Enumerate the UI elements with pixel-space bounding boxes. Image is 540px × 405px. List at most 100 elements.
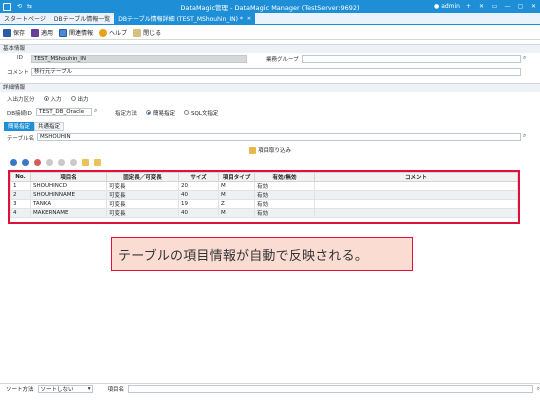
- tab-db-table-list[interactable]: DBテーブル情報一覧: [50, 13, 114, 24]
- table-row[interactable]: 4 MAKERNAME 可変長 40 M 有効: [10, 208, 518, 218]
- comment-field[interactable]: 移行元テーブル: [31, 68, 521, 76]
- io-row: 入出力区分 入力 出力: [7, 95, 89, 103]
- sort-select[interactable]: ソートしない ▾: [37, 384, 94, 393]
- close-all-button[interactable]: ✕: [477, 2, 486, 11]
- cell-fixed-variable[interactable]: 可変長: [106, 190, 179, 200]
- cell-enabled[interactable]: 有効: [254, 208, 315, 218]
- cell-size[interactable]: 19: [178, 199, 219, 209]
- user-menu[interactable]: ● admin: [434, 3, 460, 10]
- cell-fixed-variable[interactable]: 可変長: [106, 208, 179, 218]
- cell-comment[interactable]: [314, 208, 518, 218]
- col-size[interactable]: サイズ: [178, 172, 219, 182]
- save-button[interactable]: 保存: [3, 28, 25, 37]
- cell-fixed-variable[interactable]: 可変長: [106, 199, 179, 209]
- table-row[interactable]: 1 SHOUHINCD 可変長 20 M 有効: [10, 181, 518, 191]
- db-row: DB接続ID: [7, 109, 32, 117]
- toolbar: 保存 適用 関連情報 ヘルプ 閉じる: [0, 26, 540, 40]
- col-item-name[interactable]: 項目名: [30, 172, 107, 182]
- table-row[interactable]: 2 SHOUHINNAME 可変長 40 M 有効: [10, 190, 518, 200]
- io-option-input[interactable]: 入力: [43, 95, 62, 103]
- cell-fixed-variable[interactable]: 可変長: [106, 181, 179, 191]
- help-button[interactable]: ヘルプ: [99, 28, 127, 37]
- apply-button[interactable]: 適用: [31, 28, 53, 37]
- group-field[interactable]: [302, 55, 521, 63]
- bottom-bar: ソート方法 ソートしない ▾ 項目名 ⌕: [0, 383, 540, 393]
- detail-info-heading: 詳細情報: [0, 83, 540, 92]
- close-window-button[interactable]: ✕: [529, 2, 538, 11]
- minimize-button[interactable]: —: [503, 2, 512, 11]
- import-items-button[interactable]: 項目取り込み: [249, 146, 291, 154]
- group-row: 業務グループ: [266, 55, 299, 63]
- radio-sql[interactable]: [184, 110, 190, 115]
- table-name-label: テーブル名: [7, 136, 35, 142]
- related-info-button[interactable]: 関連情報: [59, 28, 93, 37]
- paste-icon[interactable]: [70, 159, 77, 166]
- group-label: 業務グループ: [266, 57, 299, 63]
- move-down-icon[interactable]: [94, 159, 101, 166]
- id-row: ID: [17, 55, 23, 61]
- subtab-simple[interactable]: 簡易指定: [4, 122, 35, 131]
- cell-size[interactable]: 40: [178, 190, 219, 200]
- col-item-type[interactable]: 項目タイプ: [218, 172, 255, 182]
- cell-comment[interactable]: [314, 181, 518, 191]
- io-option-output[interactable]: 出力: [70, 95, 89, 103]
- table-search-icon[interactable]: ⌕: [523, 132, 526, 140]
- cell-item-type[interactable]: Z: [218, 199, 255, 209]
- cell-no[interactable]: 2: [10, 190, 31, 200]
- cell-item-name[interactable]: TANKA: [30, 199, 107, 209]
- add-window-button[interactable]: +: [464, 2, 473, 11]
- cut-icon[interactable]: [46, 159, 53, 166]
- col-no[interactable]: No.: [10, 172, 31, 182]
- cell-enabled[interactable]: 有効: [254, 190, 315, 200]
- cell-enabled[interactable]: 有効: [254, 199, 315, 209]
- item-name-label: 項目名: [107, 386, 124, 393]
- table-name-field[interactable]: MSHOUHIN: [37, 133, 521, 141]
- cell-size[interactable]: 20: [178, 181, 219, 191]
- radio-simple[interactable]: [146, 110, 152, 115]
- db-field[interactable]: TEST_DB_Oracle: [36, 108, 92, 116]
- db-label: DB接続ID: [7, 111, 32, 117]
- radio-input[interactable]: [43, 96, 49, 101]
- db-search-icon[interactable]: ⌕: [94, 107, 97, 115]
- filter-search-icon[interactable]: ⌕: [537, 385, 540, 393]
- col-enabled[interactable]: 有効/無効: [254, 172, 315, 182]
- radio-output[interactable]: [70, 96, 76, 101]
- cell-item-name[interactable]: MAKERNAME: [30, 208, 107, 218]
- table-row[interactable]: 3 TANKA 可変長 19 Z 有効: [10, 199, 518, 209]
- cell-no[interactable]: 3: [10, 199, 31, 209]
- item-name-filter[interactable]: [127, 384, 533, 393]
- subtab-common[interactable]: 共通指定: [34, 122, 65, 131]
- grid-header-row: No. 項目名 固定長／可変長 サイズ 項目タイプ 有効/無効 コメント: [10, 172, 518, 182]
- cell-item-type[interactable]: M: [218, 190, 255, 200]
- items-grid-frame: No. 項目名 固定長／可変長 サイズ 項目タイプ 有効/無効 コメント 1 S…: [8, 170, 520, 224]
- delete-row-icon[interactable]: [34, 159, 41, 166]
- method-option-simple[interactable]: 簡易指定: [146, 109, 175, 117]
- tab-db-table-detail[interactable]: DBテーブル情報詳細 (TEST_MShouhin_IN) * ✕: [114, 13, 256, 24]
- cell-item-type[interactable]: M: [218, 208, 255, 218]
- cell-item-type[interactable]: M: [218, 181, 255, 191]
- copy-icon[interactable]: [58, 159, 65, 166]
- cell-item-name[interactable]: SHOUHINCD: [30, 181, 107, 191]
- cell-no[interactable]: 1: [10, 181, 31, 191]
- help-icon: [99, 28, 108, 37]
- cell-size[interactable]: 40: [178, 208, 219, 218]
- cell-comment[interactable]: [314, 199, 518, 209]
- cell-enabled[interactable]: 有効: [254, 181, 315, 191]
- layout-button[interactable]: ▭: [490, 2, 499, 11]
- cell-no[interactable]: 4: [10, 208, 31, 218]
- cell-item-name[interactable]: SHOUHINNAME: [30, 190, 107, 200]
- col-comment[interactable]: コメント: [314, 172, 518, 182]
- tab-start-page[interactable]: スタートページ: [0, 13, 50, 24]
- close-button[interactable]: 閉じる: [133, 28, 161, 37]
- col-fixed-variable[interactable]: 固定長／可変長: [106, 172, 179, 182]
- move-up-icon[interactable]: [82, 159, 89, 166]
- method-label: 指定方法: [115, 111, 138, 117]
- maximize-button[interactable]: ▢: [516, 2, 525, 11]
- tab-close-icon[interactable]: ✕: [247, 16, 251, 22]
- cell-comment[interactable]: [314, 190, 518, 200]
- insert-row-icon[interactable]: [22, 159, 29, 166]
- method-option-sql[interactable]: SQL文指定: [184, 109, 218, 117]
- group-search-icon[interactable]: ⌕: [523, 54, 526, 62]
- close-doc-icon: [133, 28, 142, 37]
- add-row-icon[interactable]: [10, 159, 17, 166]
